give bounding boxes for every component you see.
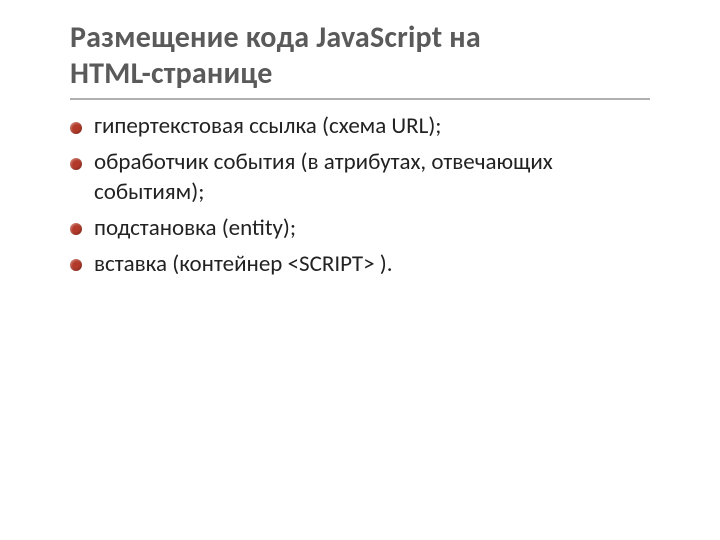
list-item-text: вставка (контейнер <SCRIPT> ). [94, 250, 393, 278]
title-underline [70, 98, 650, 100]
slide-title: Размещение кода JavaScript на HTML-стран… [70, 20, 650, 92]
list-item-text: обработчик события (в атрибутах, отвечаю… [94, 148, 553, 206]
bullet-icon [70, 223, 82, 235]
list-item: обработчик события (в атрибутах, отвечаю… [70, 148, 650, 214]
list-item: подстановка (entity); [70, 214, 650, 250]
bullet-icon [70, 259, 82, 271]
list-item-text: подстановка (entity); [94, 214, 296, 242]
bullet-list: гипертекстовая ссылка (схема URL); обраб… [70, 112, 650, 285]
bullet-icon [70, 122, 82, 134]
list-item: вставка (контейнер <SCRIPT> ). [70, 250, 650, 286]
slide: Размещение кода JavaScript на HTML-стран… [0, 0, 720, 540]
list-item: гипертекстовая ссылка (схема URL); [70, 112, 650, 148]
title-line-2: HTML-странице [70, 56, 650, 92]
list-item-text: гипертекстовая ссылка (схема URL); [94, 112, 441, 140]
bullet-icon [70, 158, 82, 170]
title-line-1: Размещение кода JavaScript на [70, 20, 650, 56]
